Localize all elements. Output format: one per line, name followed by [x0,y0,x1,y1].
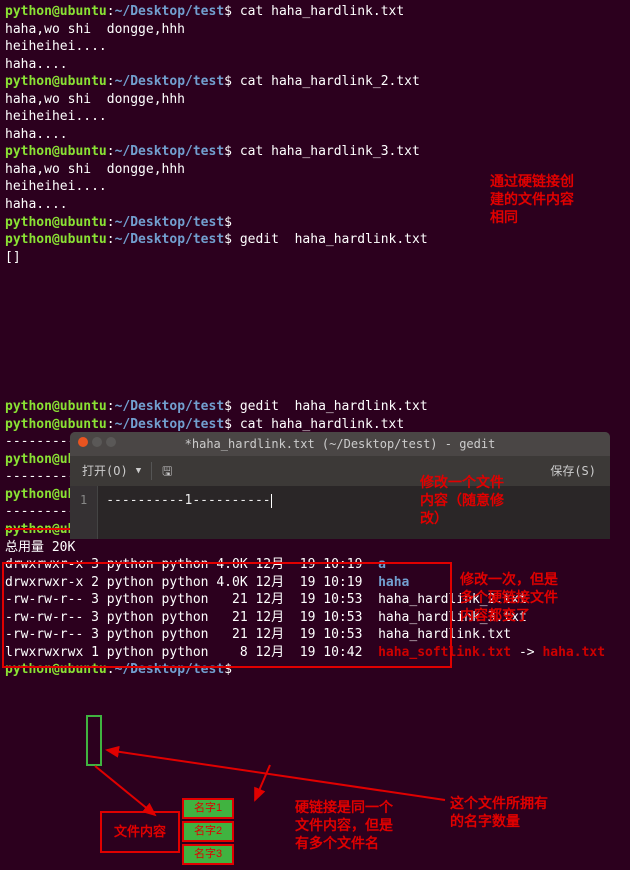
legend-name-1: 名字1 [182,798,234,819]
annotation-5: 这个文件所拥有 的名字数量 [450,794,548,830]
annotation-3: 修改一次，但是 多个硬链接文件 内容都变了 [460,570,558,625]
toolbar-divider [151,462,152,480]
gedit-title-text: *haha_hardlink.txt (~/Desktop/test) - ge… [185,437,496,451]
editor-area[interactable]: ----------1---------- [98,486,610,538]
output-line: heiheihei.... [5,38,625,56]
prompt-user: python@ubuntu [5,4,107,19]
annotation-1: 通过硬链接创 建的文件内容 相同 [490,172,574,227]
cmd-cat2: cat haha_hardlink_2.txt [240,74,420,89]
legend-name-3: 名字3 [182,844,234,865]
text-cursor [271,494,272,508]
output-line: haha,wo shi dongge,hhh [5,21,625,39]
minimize-icon[interactable] [92,437,102,447]
maximize-icon[interactable] [106,437,116,447]
annotation-2: 修改一个文件 内容（随意修 改） [420,473,504,528]
chevron-down-icon[interactable]: ▼ [136,465,141,477]
legend-main-label: 文件内容 [100,811,180,853]
prompt-path: ~/Desktop/test [115,4,225,19]
gedit-toolbar: 打开(O) ▼ 🖫 保存(S) [70,456,610,486]
line-gutter: 1 [70,486,98,538]
legend-name-2: 名字2 [182,821,234,842]
green-box-linkcount [86,715,102,766]
close-icon[interactable] [78,437,88,447]
cmd-cat3: cat haha_hardlink_3.txt [240,144,420,159]
save-icon[interactable]: 🖫 [162,463,172,479]
window-buttons[interactable] [78,437,120,452]
cmd-gedit: gedit haha_hardlink.txt [240,232,428,247]
cmd-cat1: cat haha_hardlink.txt [240,4,404,19]
legend-box: 文件内容 名字1 名字2 名字3 [100,798,234,867]
open-button[interactable]: 打开(O) [78,461,132,481]
ls-total: 总用量 20K [5,539,625,557]
save-button[interactable]: 保存(S) [550,463,596,479]
output-line: haha.... [5,56,625,74]
gedit-window[interactable]: *haha_hardlink.txt (~/Desktop/test) - ge… [70,432,610,539]
red-box-modified [2,562,452,668]
gedit-titlebar[interactable]: *haha_hardlink.txt (~/Desktop/test) - ge… [70,432,610,456]
cursor-marker: [] [5,249,625,267]
annotation-4: 硬链接是同一个 文件内容，但是 有多个文件名 [295,798,393,853]
